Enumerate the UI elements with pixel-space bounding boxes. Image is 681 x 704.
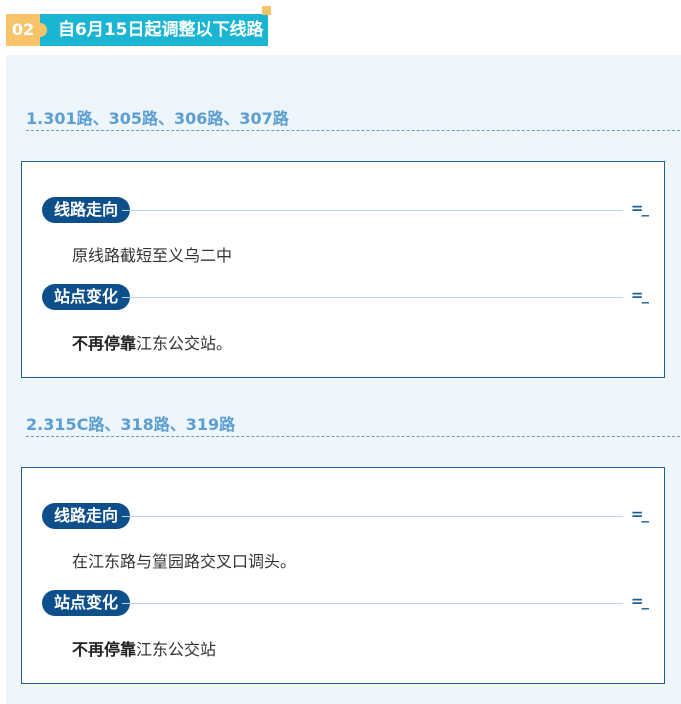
stop-change-detail: 江东公交站。	[136, 334, 233, 353]
route-direction-row: 线路走向 =_	[42, 197, 649, 223]
divider-line	[122, 297, 623, 298]
section-number: 02	[6, 14, 47, 46]
equals-marker-icon: =_	[630, 199, 649, 217]
route-group-title: 2.315C路、318路、319路	[26, 411, 680, 437]
divider-line	[122, 603, 623, 604]
route-card: 线路走向 =_ 在江东路与篁园路交叉口调头。 站点变化 =_ 不再停靠江东公交站	[21, 467, 665, 684]
content-panel: 1.301路、305路、306路、307路 线路走向 =_ 原线路截短至义乌二中…	[6, 55, 681, 704]
stop-change-row: 站点变化 =_	[42, 590, 649, 616]
route-direction-label: 线路走向	[42, 503, 131, 529]
route-group-title: 1.301路、305路、306路、307路	[26, 105, 680, 131]
stop-change-label: 站点变化	[42, 284, 131, 310]
divider-line	[122, 210, 623, 211]
route-direction-text: 在江东路与篁园路交叉口调头。	[72, 552, 297, 571]
route-direction-row: 线路走向 =_	[42, 503, 649, 529]
route-card: 线路走向 =_ 原线路截短至义乌二中 站点变化 =_ 不再停靠江东公交站。	[21, 161, 665, 378]
equals-marker-icon: =_	[630, 505, 649, 523]
stop-change-row: 站点变化 =_	[42, 284, 649, 310]
stop-change-text: 不再停靠江东公交站	[72, 636, 216, 660]
stop-change-detail: 江东公交站	[136, 640, 217, 659]
divider-line	[122, 516, 623, 517]
section-header: 02 自6月15日起调整以下线路	[6, 6, 271, 46]
equals-marker-icon: =_	[630, 592, 649, 610]
corner-decoration	[262, 6, 271, 15]
section-title: 自6月15日起调整以下线路	[40, 14, 268, 46]
route-direction-text: 原线路截短至义乌二中	[72, 246, 233, 265]
stop-change-emphasis: 不再停靠	[72, 640, 137, 659]
route-direction-label: 线路走向	[42, 197, 131, 223]
stop-change-label: 站点变化	[42, 590, 131, 616]
stop-change-text: 不再停靠江东公交站。	[72, 330, 232, 354]
stop-change-emphasis: 不再停靠	[72, 334, 137, 353]
equals-marker-icon: =_	[630, 286, 649, 304]
